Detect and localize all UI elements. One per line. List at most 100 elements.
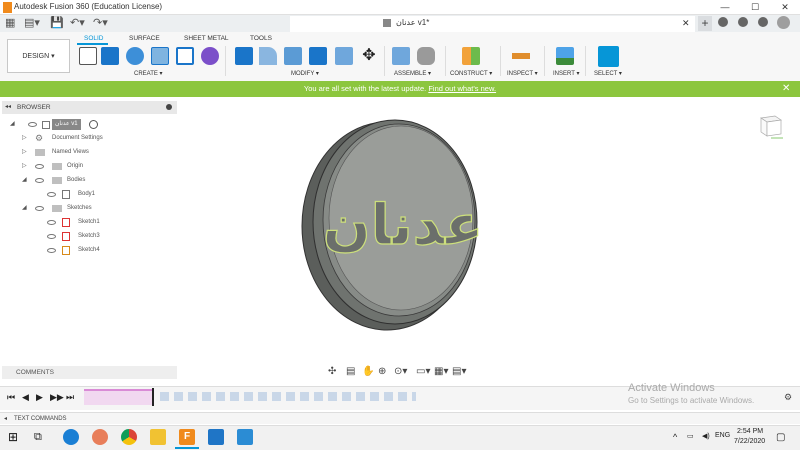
tab-surface[interactable]: SURFACE (129, 35, 160, 42)
expand-icon[interactable]: ▷ (22, 146, 27, 159)
zoom-icon[interactable]: ⊕ (378, 366, 386, 377)
grid-icon[interactable]: ▦ (5, 17, 15, 30)
look-at-icon[interactable]: ▤ (346, 366, 355, 377)
tab-sheet-metal[interactable]: SHEET METAL (184, 35, 229, 42)
chrome-icon[interactable] (121, 429, 137, 445)
timeline-features-active[interactable] (84, 389, 154, 405)
viewports-icon[interactable]: ▤▾ (452, 366, 466, 377)
fusion-taskbar-icon[interactable]: F (179, 429, 195, 445)
notification-center-icon[interactable]: ▢ (776, 432, 785, 443)
insert-image-icon[interactable] (556, 47, 574, 65)
revolve-icon[interactable] (126, 47, 144, 65)
measure-icon[interactable] (512, 53, 530, 59)
help-icon[interactable] (758, 17, 768, 27)
tree-root[interactable]: ◢ عدنان v1 (10, 118, 100, 131)
grid-settings-icon[interactable]: ▦▾ (434, 366, 448, 377)
expand-icon[interactable]: ◢ (22, 202, 27, 215)
language-indicator[interactable]: ENG (715, 432, 730, 439)
file-explorer-icon[interactable] (150, 429, 166, 445)
offset-plane-icon[interactable] (462, 47, 480, 65)
timeline-back-icon[interactable]: ◀ (22, 392, 29, 403)
timeline-play-icon[interactable]: ▶ (36, 392, 43, 403)
timeline-end-icon[interactable]: ⏭ (66, 392, 74, 403)
select-icon[interactable] (598, 46, 619, 67)
activate-icon[interactable] (89, 120, 98, 129)
timeline-start-icon[interactable]: ⏮ (7, 392, 15, 403)
file-menu-icon[interactable]: ▤▾ (24, 17, 40, 30)
shell-icon[interactable] (335, 47, 353, 65)
close-window-button[interactable]: ✕ (770, 0, 800, 15)
display-settings-icon[interactable]: ▭▾ (416, 366, 430, 377)
pan-icon[interactable]: ✋ (362, 366, 374, 377)
tree-item-sketch4[interactable]: Sketch4 (45, 244, 155, 257)
tree-item-named-views[interactable]: ▷ Named Views (22, 146, 132, 159)
comments-panel[interactable]: COMMENTS (2, 366, 177, 379)
form-icon[interactable] (201, 47, 219, 65)
coin-model[interactable]: عدنان (295, 112, 495, 332)
expand-icon[interactable]: ▷ (22, 132, 27, 145)
maximize-button[interactable]: ☐ (740, 0, 770, 15)
timeline-features-suppressed[interactable] (160, 392, 416, 401)
orbit-icon[interactable]: ✣ (328, 366, 336, 377)
document-tab[interactable]: عدنان v1* ✕ (290, 16, 695, 32)
timeline-forward-icon[interactable]: ▶▶ (50, 392, 64, 403)
insert-group-label[interactable]: INSERT ▾ (553, 70, 579, 77)
paint-icon[interactable] (92, 429, 108, 445)
save-icon[interactable]: 💾 (50, 17, 64, 30)
timeline-settings-icon[interactable]: ⚙ (784, 392, 792, 403)
construct-group-label[interactable]: CONSTRUCT ▾ (450, 70, 492, 77)
job-status-icon[interactable] (718, 17, 728, 27)
clock-time[interactable]: 2:54 PM (737, 428, 763, 435)
create-sketch-icon[interactable] (79, 47, 97, 65)
expand-icon[interactable]: ◢ (22, 174, 27, 187)
photos-icon[interactable] (237, 429, 253, 445)
collapse-icon[interactable]: ◂◂ (5, 101, 11, 114)
windows-start-icon[interactable]: ⊞ (8, 429, 24, 445)
viewcube[interactable] (755, 112, 785, 140)
clock-date[interactable]: 7/22/2020 (734, 438, 765, 445)
redo-icon[interactable]: ↷▾ (93, 17, 108, 30)
workspace-switcher[interactable]: DESIGN ▾ (7, 39, 70, 73)
select-group-label[interactable]: SELECT ▾ (594, 70, 622, 77)
eye-icon[interactable] (35, 178, 44, 183)
new-component-icon[interactable] (392, 47, 410, 65)
eye-icon[interactable] (28, 122, 37, 127)
chamfer-icon[interactable] (284, 47, 302, 65)
press-pull-icon[interactable] (235, 47, 253, 65)
eye-icon[interactable] (35, 206, 44, 211)
eye-icon[interactable] (47, 220, 56, 225)
tree-item-document-settings[interactable]: ▷ ⚙ Document Settings (22, 132, 132, 145)
eye-icon[interactable] (35, 164, 44, 169)
tree-item-body1[interactable]: Body1 (45, 188, 155, 201)
whats-new-link[interactable]: Find out what's new. (428, 84, 496, 93)
edge-icon[interactable] (63, 429, 79, 445)
eye-icon[interactable] (47, 192, 56, 197)
pin-icon[interactable] (166, 104, 172, 110)
expand-icon[interactable]: ▷ (22, 160, 27, 173)
tab-tools[interactable]: TOOLS (250, 35, 272, 42)
create-group-label[interactable]: CREATE ▾ (134, 70, 163, 77)
inspect-group-label[interactable]: INSPECT ▾ (507, 70, 538, 77)
avatar[interactable] (777, 16, 790, 29)
tree-item-bodies[interactable]: ◢ Bodies (22, 174, 132, 187)
minimize-button[interactable]: — (710, 0, 740, 15)
eye-icon[interactable] (47, 248, 56, 253)
network-icon[interactable]: ▭ (687, 432, 694, 440)
pattern-icon[interactable] (176, 47, 194, 65)
notifications-icon[interactable] (738, 17, 748, 27)
banner-close-icon[interactable]: ✕ (782, 81, 794, 97)
close-tab-icon[interactable]: ✕ (682, 18, 690, 29)
tree-item-sketch3[interactable]: Sketch3 (45, 230, 155, 243)
eye-icon[interactable] (47, 234, 56, 239)
new-tab-button[interactable]: + (698, 16, 712, 31)
tree-item-origin[interactable]: ▷ Origin (22, 160, 132, 173)
fit-icon[interactable]: ⊙▾ (394, 366, 407, 377)
vscode-icon[interactable] (208, 429, 224, 445)
expand-icon[interactable]: ◂ (4, 413, 7, 425)
fillet-icon[interactable] (259, 47, 277, 65)
tree-item-sketches[interactable]: ◢ Sketches (22, 202, 132, 215)
tab-solid[interactable]: SOLID (84, 35, 104, 42)
tray-chevron-icon[interactable]: ^ (673, 432, 677, 442)
extrude-icon[interactable] (101, 47, 119, 65)
undo-icon[interactable]: ↶▾ (70, 17, 85, 30)
